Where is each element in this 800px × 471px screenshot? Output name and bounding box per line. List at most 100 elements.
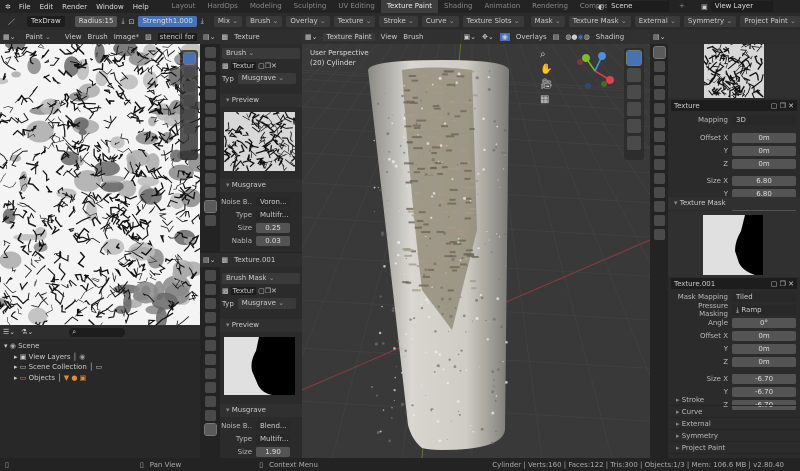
filter-icon[interactable]: ⚗⌄	[21, 328, 33, 336]
view-layer-field[interactable]: View Layer	[710, 1, 773, 12]
preview-section[interactable]: Preview	[220, 319, 302, 332]
section-stroke[interactable]: Stroke	[668, 394, 800, 406]
overlay-menu[interactable]: Overlay	[286, 16, 330, 27]
mask-menu[interactable]: Mask	[530, 16, 565, 27]
musgrave-section[interactable]: Musgrave	[220, 404, 302, 417]
musgrave-type-dropdown[interactable]: Multifr...	[256, 434, 290, 444]
render-tab-icon[interactable]	[204, 284, 216, 295]
world-tab-icon[interactable]	[653, 117, 665, 128]
material-tab-icon[interactable]	[653, 201, 665, 212]
data-tab-icon[interactable]	[204, 396, 216, 407]
data-tab-icon[interactable]	[653, 187, 665, 198]
pressure-icon[interactable]: ⤓	[121, 17, 124, 26]
pressure-icon[interactable]: ⤓	[201, 17, 204, 26]
blender-logo-icon[interactable]: ✲	[5, 3, 11, 11]
navigation-gizmo[interactable]	[572, 48, 618, 94]
outliner-search-input[interactable]: ⌕	[69, 327, 126, 337]
texture-name-field[interactable]: Textur	[230, 287, 257, 295]
view-object-types-icon[interactable]: ▣⌄	[463, 33, 475, 41]
scene-field[interactable]: Scene	[607, 1, 670, 12]
mode-dropdown[interactable]: Texture Paint	[323, 33, 375, 41]
editor-type-icon[interactable]: ▤⌄	[203, 33, 215, 41]
workspace-tab-modeling[interactable]: Modeling	[244, 0, 288, 13]
texture-mask-section[interactable]: Texture Mask	[668, 197, 800, 210]
workspace-tab-shading[interactable]: Shading	[438, 0, 478, 13]
mask-size-field[interactable]: -6.70	[732, 374, 796, 384]
modifier-tab-icon[interactable]	[653, 159, 665, 170]
blend-dropdown[interactable]: Mix	[213, 16, 243, 27]
mask-tool-icon[interactable]	[183, 123, 195, 134]
particles-tab-icon[interactable]	[653, 173, 665, 184]
stroke-menu[interactable]: Stroke	[379, 16, 418, 27]
texture-buttons-icon[interactable]: ▢ ❐ ✕	[771, 280, 794, 288]
soften-tool-icon[interactable]	[183, 67, 195, 78]
mask-offset-field[interactable]: 0m	[732, 344, 796, 354]
mask-texture-name-field[interactable]: Texture.001 ▢ ❐ ✕	[671, 278, 797, 289]
texture-tab-icon[interactable]	[203, 423, 217, 436]
texture-menu[interactable]: Texture	[333, 16, 376, 27]
external-menu[interactable]: External	[634, 16, 680, 27]
image-browse-icon[interactable]: ▨	[145, 33, 152, 41]
xray-icon[interactable]: ▤	[553, 33, 560, 41]
fill-tool-icon[interactable]	[627, 119, 641, 133]
menu-render[interactable]: Render	[62, 3, 87, 11]
modifier-tab-icon[interactable]	[204, 159, 216, 170]
scene-icon[interactable]: ◐	[598, 3, 604, 11]
menu-edit[interactable]: Edit	[40, 3, 54, 11]
size-field[interactable]: 6.80	[732, 176, 796, 186]
section-project-paint[interactable]: Project Paint	[668, 442, 800, 454]
workspace-tab-uv-editing[interactable]: UV Editing	[332, 0, 381, 13]
view-layer-icon[interactable]: ▣	[701, 3, 708, 11]
texture-browse-icon[interactable]: ▩	[222, 287, 229, 295]
perspective-icon[interactable]: ▦	[540, 92, 553, 107]
world-tab-icon[interactable]	[204, 117, 216, 128]
physics-tab-icon[interactable]	[653, 145, 665, 156]
view-menu[interactable]: View	[381, 33, 398, 41]
workspace-tab-animation[interactable]: Animation	[478, 0, 526, 13]
smear-tool-icon[interactable]	[183, 81, 195, 92]
outliner-item-objects[interactable]: ▸ ▭ Objects │ ▼ ● ▣	[4, 373, 196, 384]
modifier-tab-icon[interactable]	[204, 382, 216, 393]
offset-field[interactable]: 0m	[732, 146, 796, 156]
tool-tab-icon[interactable]	[652, 46, 666, 59]
scene-tab-icon[interactable]	[653, 103, 665, 114]
tool-tab-icon[interactable]	[204, 47, 216, 58]
material-tab-icon[interactable]	[204, 410, 216, 421]
render-tab-icon[interactable]	[653, 61, 665, 72]
physics-tab-icon[interactable]	[204, 145, 216, 156]
fake-user-icon[interactable]: ▢	[258, 287, 265, 295]
texture-name-field[interactable]: Texture ▢ ❐ ✕	[671, 100, 797, 111]
object-tab-icon[interactable]	[204, 131, 216, 142]
view-layer-tab-icon[interactable]	[204, 89, 216, 100]
fake-user-icon[interactable]: ▢	[258, 62, 265, 70]
workspace-tab-layout[interactable]: Layout	[166, 0, 202, 13]
offset-field[interactable]: 0m	[732, 159, 796, 169]
soften-tool-icon[interactable]	[627, 68, 641, 82]
mode-dropdown[interactable]: Paint	[21, 32, 54, 43]
fill-tool-icon[interactable]	[183, 109, 195, 120]
texture-name-field[interactable]: Textur	[230, 62, 257, 70]
clone-tool-icon[interactable]	[183, 95, 195, 106]
curve-menu[interactable]: Curve	[421, 16, 459, 27]
view-layer-tab-icon[interactable]	[204, 312, 216, 323]
tool-tab-icon[interactable]	[204, 270, 216, 281]
world-tab-icon[interactable]	[204, 340, 216, 351]
workspace-tab-rendering[interactable]: Rendering	[526, 0, 574, 13]
image-name-field[interactable]: stencil for plaste	[157, 33, 197, 41]
menu-window[interactable]: Window	[96, 3, 124, 11]
musgrave-section[interactable]: Musgrave	[220, 179, 302, 192]
mask-tool-icon[interactable]	[627, 136, 641, 150]
offset-field[interactable]: 0m	[732, 133, 796, 143]
scene-tab-icon[interactable]	[204, 326, 216, 337]
material-tab-icon[interactable]	[204, 187, 216, 198]
brush-name-field[interactable]: TexDraw	[27, 16, 65, 27]
musgrave-type-dropdown[interactable]: Multifr...	[256, 210, 290, 220]
clone-tool-icon[interactable]	[627, 102, 641, 116]
data-tab-icon[interactable]	[204, 173, 216, 184]
size-field[interactable]: 1.90	[256, 447, 290, 457]
section-curve[interactable]: Curve	[668, 406, 800, 418]
output-tab-icon[interactable]	[204, 298, 216, 309]
workspace-tab-texture-paint[interactable]: Texture Paint	[380, 0, 439, 13]
outliner-item-view-layers[interactable]: ▸ ▣ View Layers │ ◉	[4, 352, 196, 363]
overlays-dropdown[interactable]: Overlays	[516, 33, 547, 41]
